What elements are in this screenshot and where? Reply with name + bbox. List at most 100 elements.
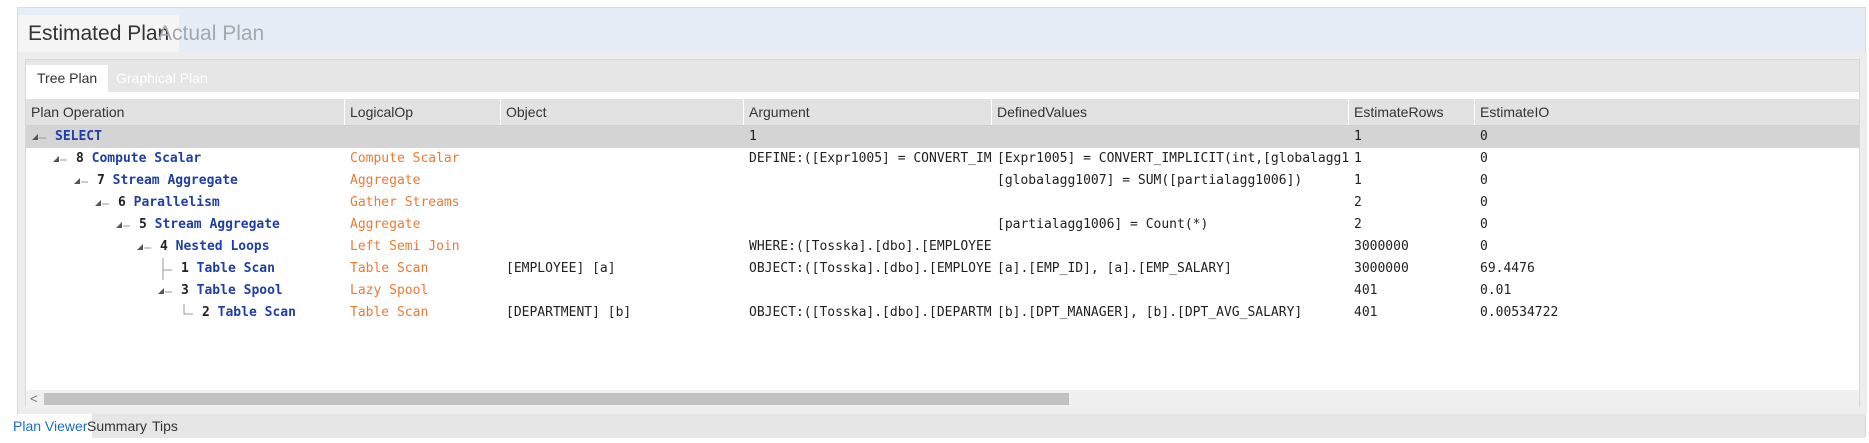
logical-cell: Lazy Spool: [350, 283, 429, 298]
node-name: Nested Loops: [175, 239, 270, 254]
object-cell: [501, 192, 744, 214]
col-header-estimateio[interactable]: EstimateIO: [1475, 99, 1859, 125]
defined-cell: [Expr1005] = CONVERT_IMPLICIT(int,[globa…: [997, 151, 1349, 166]
argument-cell: WHERE:([Tosska].[dbo].[EMPLOYEE].[: [749, 239, 992, 254]
tab-plan-viewer[interactable]: Plan Viewer: [8, 414, 93, 438]
col-header-plan-operation[interactable]: Plan Operation: [26, 99, 345, 125]
plan-operation-cell: 7 Stream Aggregate: [92, 170, 345, 192]
tab-summary[interactable]: Summary: [82, 414, 152, 438]
defined-cell: [globalagg1007] = SUM([partialagg1006]): [997, 173, 1303, 188]
col-header-estimaterows[interactable]: EstimateRows: [1349, 99, 1475, 125]
io-cell: 0: [1480, 129, 1488, 144]
expanded-triangle-icon[interactable]: [28, 126, 50, 148]
plan-inner-panel: Tree Plan Graphical Plan Plan Operation …: [25, 59, 1860, 408]
rows-cell: 401: [1354, 283, 1378, 298]
table-row[interactable]: 3 Table Spool Lazy Spool 401 0.01: [26, 280, 1859, 302]
plan-operation-cell: 4 Nested Loops: [155, 236, 345, 258]
table-row[interactable]: 6 Parallelism Gather Streams 2 0: [26, 192, 1859, 214]
logical-cell: Table Scan: [350, 261, 429, 276]
table-row[interactable]: 4 Nested Loops Left Semi Join WHERE:([Toss…: [26, 236, 1859, 258]
tab-graphical-plan[interactable]: Graphical Plan: [105, 65, 219, 92]
expanded-triangle-icon[interactable]: [91, 192, 113, 214]
plan-operation-cell: 3 Table Spool: [176, 280, 345, 302]
io-cell: 0.01: [1480, 283, 1512, 298]
table-row[interactable]: SELECT 1 1 0: [26, 126, 1859, 148]
expanded-triangle-icon[interactable]: [49, 148, 71, 170]
node-name: SELECT: [55, 129, 102, 144]
table-row[interactable]: 5 Stream Aggregate Aggregate [partialagg10…: [26, 214, 1859, 236]
node-id: 4: [160, 239, 168, 254]
node-name: Parallelism: [133, 195, 220, 210]
node-name: Compute Scalar: [91, 151, 202, 166]
plan-operation-cell: SELECT: [50, 126, 345, 148]
defined-cell: [992, 126, 1349, 148]
plan-operation-cell: 5 Stream Aggregate: [134, 214, 345, 236]
estimated-plan-panel: Tree Plan Graphical Plan Plan Operation …: [18, 52, 1867, 414]
col-header-argument[interactable]: Argument: [744, 99, 992, 125]
object-cell: [501, 214, 744, 236]
io-cell: 69.4476: [1480, 261, 1535, 276]
rows-cell: 2: [1354, 195, 1362, 210]
table-row[interactable]: 7 Stream Aggregate Aggregate [globalagg100…: [26, 170, 1859, 192]
horizontal-scrollbar[interactable]: <: [26, 390, 1859, 408]
col-header-definedvalues[interactable]: DefinedValues: [992, 99, 1349, 125]
logical-cell: Table Scan: [350, 305, 429, 320]
logical-cell: [345, 126, 501, 148]
node-id: 2: [202, 305, 210, 320]
bottom-tab-bar: Plan Viewer Summary Tips: [8, 414, 1865, 438]
rows-cell: 1: [1354, 129, 1362, 144]
tree-leaf-connector-icon: [183, 304, 193, 315]
node-name: Table Scan: [196, 261, 275, 276]
scrollbar-thumb[interactable]: [44, 393, 1069, 405]
tab-tree-plan[interactable]: Tree Plan: [26, 65, 109, 92]
io-cell: 0: [1480, 151, 1488, 166]
sub-tab-bar: Tree Plan Graphical Plan: [26, 60, 1859, 92]
expanded-triangle-icon[interactable]: [154, 280, 176, 302]
object-cell: [501, 148, 744, 170]
rows-cell: 3000000: [1354, 261, 1409, 276]
node-name: Table Spool: [196, 283, 283, 298]
expanded-triangle-icon[interactable]: [133, 236, 155, 258]
logical-cell: Gather Streams: [350, 195, 460, 210]
plan-window: Estimated Plan Actual Plan Tree Plan Gra…: [8, 7, 1867, 438]
io-cell: 0: [1480, 195, 1488, 210]
logical-cell: Aggregate: [350, 173, 421, 188]
logical-cell: Compute Scalar: [350, 151, 460, 166]
scroll-left-arrow-icon[interactable]: <: [30, 392, 38, 406]
rows-cell: 2: [1354, 217, 1362, 232]
logical-cell: Aggregate: [350, 217, 421, 232]
argument-cell: [744, 192, 992, 214]
rows-cell: 1: [1354, 173, 1362, 188]
table-row[interactable]: 2 Table Scan Table Scan [DEPARTMENT] [b] OB…: [26, 302, 1859, 324]
logical-cell: Left Semi Join: [350, 239, 460, 254]
plan-operation-cell: 8 Compute Scalar: [71, 148, 345, 170]
rows-cell: 3000000: [1354, 239, 1409, 254]
col-header-logicalop[interactable]: LogicalOp: [345, 99, 501, 125]
argument-cell: [744, 280, 992, 302]
tree-leaf-connector-icon: [162, 258, 172, 280]
node-id: 7: [97, 173, 105, 188]
argument-cell: OBJECT:([Tosska].[dbo].[DEPARTMENT]: [749, 305, 992, 320]
defined-cell: [992, 280, 1349, 302]
object-cell: [501, 126, 744, 148]
io-cell: 0.00534722: [1480, 305, 1559, 320]
table-row[interactable]: 8 Compute Scalar Compute Scalar DEFINE:([E…: [26, 148, 1859, 170]
col-header-object[interactable]: Object: [501, 99, 744, 125]
tab-actual-plan[interactable]: Actual Plan: [148, 15, 274, 52]
plan-operation-cell: 2 Table Scan: [197, 302, 345, 324]
rows-cell: 1: [1354, 151, 1362, 166]
expanded-triangle-icon[interactable]: [112, 214, 134, 236]
rows-cell: 401: [1354, 305, 1378, 320]
io-cell: 0: [1480, 173, 1488, 188]
node-id: 1: [181, 261, 189, 276]
expanded-triangle-icon[interactable]: [70, 170, 92, 192]
object-cell: [501, 170, 744, 192]
plan-operation-cell: 6 Parallelism: [113, 192, 345, 214]
node-name: Stream Aggregate: [112, 173, 238, 188]
tab-tips[interactable]: Tips: [147, 414, 183, 438]
defined-cell: [992, 192, 1349, 214]
node-name: Stream Aggregate: [154, 217, 280, 232]
grid-header: Plan Operation LogicalOp Object Argument…: [26, 99, 1859, 126]
table-row[interactable]: 1 Table Scan Table Scan [EMPLOYEE] [a] OBJE…: [26, 258, 1859, 280]
object-cell: [EMPLOYEE] [a]: [506, 261, 616, 276]
